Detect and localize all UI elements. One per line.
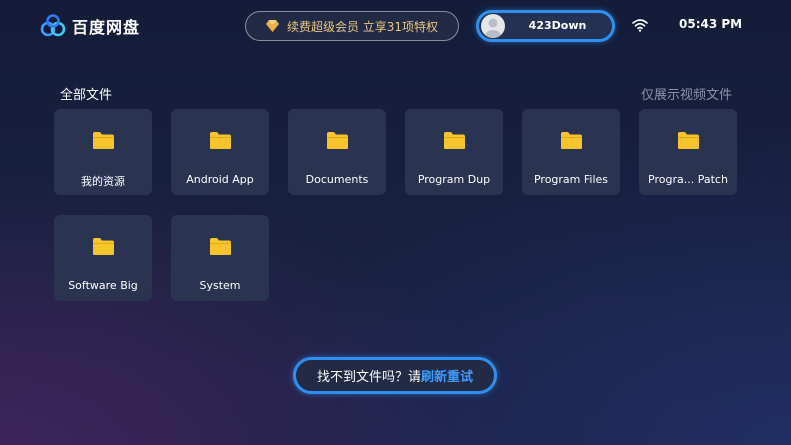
folder-icon: [678, 132, 699, 149]
folder-icon: [210, 132, 231, 149]
folder-tile[interactable]: System: [171, 215, 269, 301]
diamond-icon: [265, 20, 279, 32]
folder-tile[interactable]: Software Big: [54, 215, 152, 301]
user-avatar-icon: [481, 14, 505, 38]
vip-banner-text: 续费超级会员 立享31项特权: [286, 19, 439, 34]
video-only-filter-link[interactable]: 仅展示视频文件: [641, 84, 732, 103]
folder-tile[interactable]: Program Files: [522, 109, 620, 195]
refresh-prompt-text: 找不到文件吗？请: [316, 370, 421, 385]
app-title: 百度网盘: [72, 18, 141, 37]
clock: 05:43 PM: [679, 17, 743, 31]
folder-icon: [93, 132, 114, 149]
folder-label: Program Files: [533, 173, 609, 186]
folder-label: Program Dup: [417, 173, 491, 186]
folder-icon: [444, 132, 465, 149]
baidu-netdisk-logo-icon: [40, 14, 66, 37]
folder-label: Software Big: [68, 279, 138, 292]
folder-label: System: [199, 279, 241, 292]
folder-label: Progra... Patch: [648, 173, 728, 186]
folder-icon: [327, 132, 348, 149]
vip-renew-banner[interactable]: 续费超级会员 立享31项特权: [245, 11, 459, 41]
folder-tile[interactable]: Progra... Patch: [639, 109, 737, 195]
folder-tile[interactable]: 我的资源: [54, 109, 152, 195]
user-account-button[interactable]: 423Down: [476, 10, 615, 42]
section-title: 全部文件: [60, 88, 113, 103]
folder-icon: [561, 132, 582, 149]
refresh-retry-button[interactable]: 找不到文件吗？请 刷新重试: [293, 357, 497, 394]
folder-icon: [210, 238, 231, 255]
folder-tile[interactable]: Android App: [171, 109, 269, 195]
folder-label: Android App: [186, 173, 254, 186]
wifi-icon: [632, 19, 648, 32]
folder-label: 我的资源: [81, 175, 125, 188]
folder-tile[interactable]: Documents: [288, 109, 386, 195]
user-name: 423Down: [528, 19, 587, 32]
folder-icon: [93, 238, 114, 255]
folder-tile[interactable]: Program Dup: [405, 109, 503, 195]
app-logo: 百度网盘: [40, 14, 140, 38]
refresh-action-text: 刷新重试: [421, 370, 474, 385]
folder-label: Documents: [305, 173, 369, 186]
